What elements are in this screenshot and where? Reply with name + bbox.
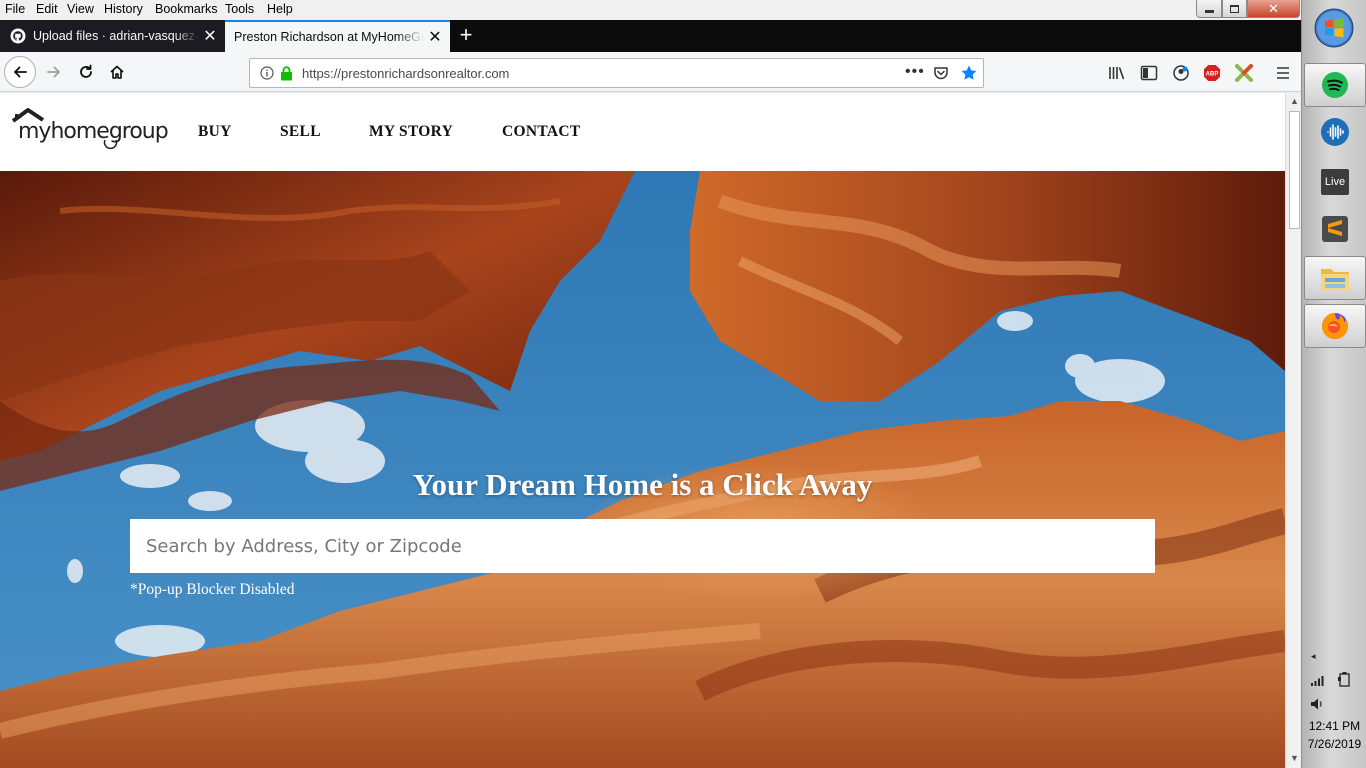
tab-title: Upload files · adrian-vasquez-d xyxy=(33,29,199,43)
adblock-plus-icon[interactable]: ABP xyxy=(1203,64,1221,82)
page-actions-icon[interactable]: ••• xyxy=(905,63,925,81)
clock-date[interactable]: 7/26/2019 xyxy=(1302,737,1366,751)
close-window-button[interactable]: ✕ xyxy=(1247,0,1300,18)
navigation-toolbar: https://prestonrichardsonrealtor.com •••… xyxy=(0,52,1301,92)
restore-button[interactable] xyxy=(1222,0,1247,18)
lock-icon[interactable] xyxy=(280,66,293,81)
pocket-icon[interactable] xyxy=(933,65,949,81)
restore-icon xyxy=(1230,4,1239,13)
menu-bar: File Edit View History Bookmarks Tools H… xyxy=(0,0,1301,20)
hero-title: Your Dream Home is a Click Away xyxy=(412,467,873,502)
logo-text: myhomegroup xyxy=(18,119,169,144)
scroll-down-icon[interactable]: ▼ xyxy=(1290,753,1299,763)
web-page: myhomegroup BUY SELL MY STORY CONTACT Yo… xyxy=(0,93,1285,768)
site-header: myhomegroup BUY SELL MY STORY CONTACT xyxy=(0,93,1285,171)
property-search-input[interactable] xyxy=(130,519,1155,573)
menu-help[interactable]: Help xyxy=(267,2,293,16)
popup-blocker-note: *Pop-up Blocker Disabled xyxy=(130,581,295,598)
close-icon: ✕ xyxy=(1268,1,1279,16)
system-tray: ◂ 12:41 PM 7/26/2019 xyxy=(1302,645,1366,768)
nav-my-story[interactable]: MY STORY xyxy=(369,123,453,141)
windows-taskbar: Live ◂ 12:41 PM 7/26/2019 xyxy=(1301,0,1366,768)
scroll-thumb[interactable] xyxy=(1289,111,1300,229)
plus-icon: + xyxy=(459,22,473,47)
library-icon[interactable] xyxy=(1108,64,1126,82)
tab-bar: Upload files · adrian-vasquez-d ✕ Presto… xyxy=(0,20,1301,52)
menu-edit[interactable]: Edit xyxy=(36,2,58,16)
back-arrow-icon xyxy=(14,66,27,78)
scroll-up-icon[interactable]: ▲ xyxy=(1290,96,1299,106)
volume-icon[interactable] xyxy=(1310,697,1324,711)
tab-upload-files[interactable]: Upload files · adrian-vasquez-d ✕ xyxy=(0,20,225,52)
minimize-icon xyxy=(1204,10,1214,13)
windows-start-icon[interactable] xyxy=(1314,8,1354,48)
battery-power-icon[interactable] xyxy=(1337,671,1351,687)
taskbar-file-explorer[interactable] xyxy=(1304,256,1366,300)
spotify-icon xyxy=(1322,72,1348,98)
menu-tools[interactable]: Tools xyxy=(225,2,254,16)
home-button[interactable] xyxy=(101,56,133,88)
network-signal-icon[interactable] xyxy=(1310,673,1326,687)
reload-button[interactable] xyxy=(70,56,102,88)
info-icon[interactable] xyxy=(260,66,274,80)
tab-preston-richardson[interactable]: Preston Richardson at MyHomeGroup ✕ xyxy=(225,20,450,52)
new-tab-button[interactable]: + xyxy=(452,20,480,52)
taskbar-sublime-text[interactable] xyxy=(1304,207,1366,251)
url-text[interactable]: https://prestonrichardsonrealtor.com xyxy=(302,66,509,81)
live-icon: Live xyxy=(1321,169,1349,195)
menu-bookmarks[interactable]: Bookmarks xyxy=(155,2,218,16)
page-scrollbar[interactable]: ▲ ▼ xyxy=(1285,93,1301,768)
sublime-text-icon xyxy=(1322,216,1348,242)
window-controls: ✕ xyxy=(1196,0,1300,19)
menu-file[interactable]: File xyxy=(5,2,25,16)
taskbar-audio-app[interactable] xyxy=(1304,110,1366,154)
nav-sell[interactable]: SELL xyxy=(280,123,321,141)
bookmark-star-icon[interactable] xyxy=(960,64,978,82)
show-hidden-icons-icon[interactable]: ◂ xyxy=(1311,651,1316,662)
hero-section: Your Dream Home is a Click Away *Pop-up … xyxy=(0,171,1285,768)
taskbar-firefox[interactable] xyxy=(1304,304,1366,348)
tab-title: Preston Richardson at MyHomeGroup xyxy=(234,30,424,44)
file-explorer-icon xyxy=(1321,269,1349,290)
menu-history[interactable]: History xyxy=(104,2,143,16)
minimize-button[interactable] xyxy=(1196,0,1222,18)
extension-icon[interactable] xyxy=(1235,64,1253,82)
tab-close-icon[interactable]: ✕ xyxy=(199,26,221,46)
hamburger-menu-icon[interactable] xyxy=(1274,64,1292,82)
account-icon[interactable] xyxy=(1172,64,1190,82)
clock-time[interactable]: 12:41 PM xyxy=(1302,719,1366,733)
nav-buy[interactable]: BUY xyxy=(198,123,232,141)
taskbar-live[interactable]: Live xyxy=(1304,160,1366,204)
menu-view[interactable]: View xyxy=(67,2,94,16)
forward-arrow-icon xyxy=(47,66,60,78)
svg-text:ABP: ABP xyxy=(1206,72,1219,78)
taskbar-spotify[interactable] xyxy=(1304,63,1366,107)
sidebar-icon[interactable] xyxy=(1140,64,1158,82)
github-icon xyxy=(10,28,26,44)
back-button[interactable] xyxy=(4,56,36,88)
reload-icon xyxy=(80,64,92,78)
url-bar[interactable]: https://prestonrichardsonrealtor.com ••• xyxy=(249,58,984,88)
myhomegroup-logo[interactable]: myhomegroup xyxy=(12,107,169,153)
nav-contact[interactable]: CONTACT xyxy=(502,123,580,141)
firefox-icon xyxy=(1322,313,1348,339)
home-icon xyxy=(110,65,124,79)
forward-button[interactable] xyxy=(38,56,70,88)
tab-close-icon[interactable]: ✕ xyxy=(424,27,446,47)
audio-app-icon xyxy=(1321,118,1349,146)
